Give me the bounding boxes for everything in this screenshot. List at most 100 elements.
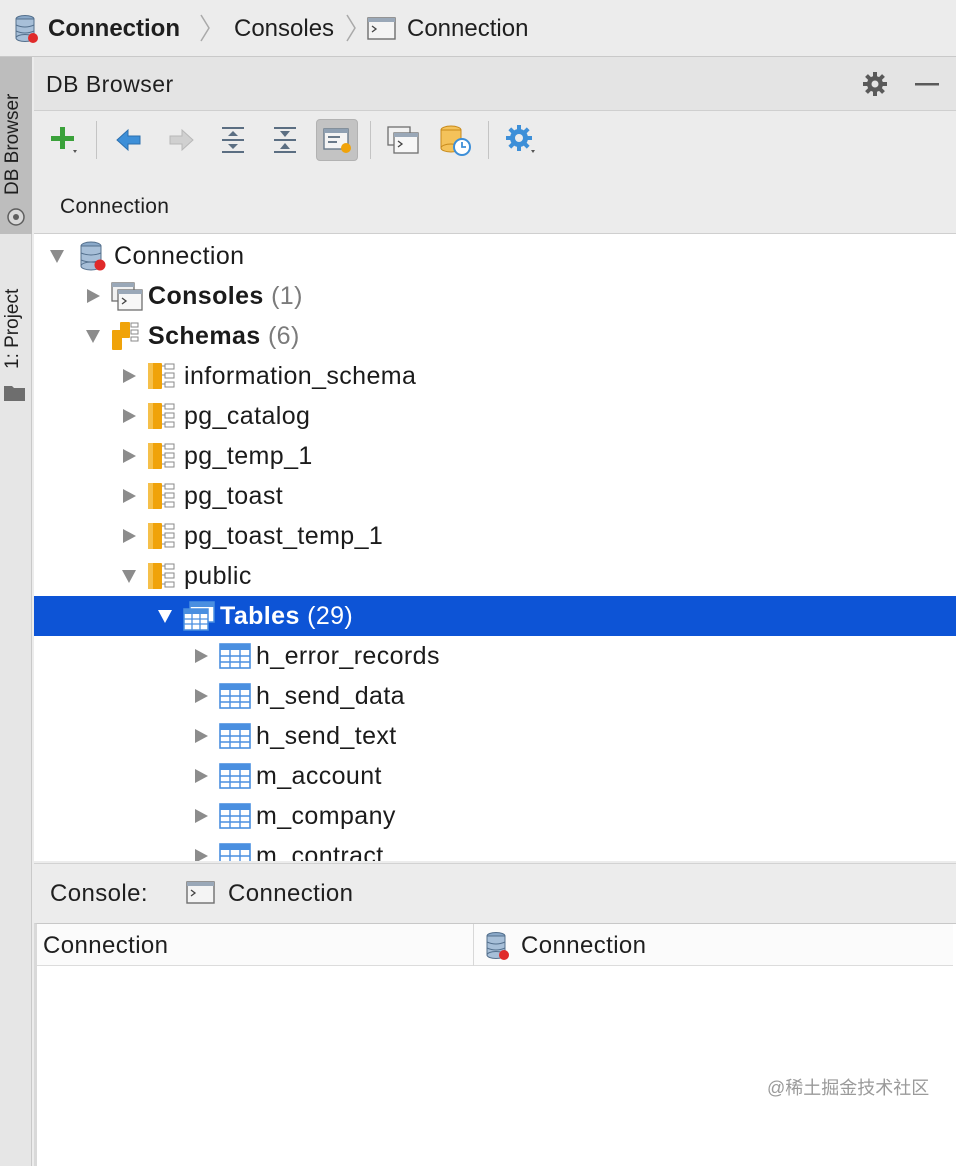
tree-node-schema[interactable]: pg_toast_temp_1 <box>34 516 956 556</box>
expand-right-arrow-icon[interactable] <box>120 447 138 465</box>
expand-right-arrow-icon[interactable] <box>120 487 138 505</box>
column-divider[interactable] <box>473 924 474 966</box>
tree-node-schemas[interactable]: Schemas (6) <box>34 316 956 356</box>
tree-node-schema[interactable]: pg_temp_1 <box>34 436 956 476</box>
tree-node-tables[interactable]: Tables (29) <box>34 596 956 636</box>
table-header-cell[interactable]: Connection <box>43 932 168 960</box>
breadcrumb-item-console[interactable]: Connection <box>367 0 528 57</box>
tab-db-browser[interactable]: DB Browser <box>0 57 32 234</box>
expand-right-arrow-icon[interactable] <box>120 367 138 385</box>
expand-right-arrow-icon[interactable] <box>192 767 210 785</box>
expand-down-arrow-icon[interactable] <box>120 567 138 585</box>
settings-button[interactable] <box>860 69 890 99</box>
expand-down-arrow-icon[interactable] <box>84 327 102 345</box>
expand-all-icon <box>222 127 244 153</box>
tables-icon <box>182 600 216 632</box>
tree-node-label: Tables (29) <box>220 602 353 631</box>
gear-icon <box>863 72 887 96</box>
expand-all-button[interactable] <box>212 119 254 161</box>
tree-node-schema[interactable]: pg_toast <box>34 476 956 516</box>
forward-icon <box>169 128 194 152</box>
tree-node-name: h_error_records <box>256 642 440 670</box>
expand-right-arrow-icon[interactable] <box>120 527 138 545</box>
breadcrumb: Connection Consoles Connection <box>0 0 956 57</box>
tab-project-label: 1: Project <box>2 288 23 369</box>
tree-node-name: pg_toast <box>184 482 284 510</box>
breadcrumb-item-connection[interactable]: Connection <box>14 0 180 57</box>
table-icon <box>218 680 252 712</box>
table-icon <box>218 640 252 672</box>
settings-icon <box>506 125 535 153</box>
tree-node-table[interactable]: m_account <box>34 756 956 796</box>
tab-project[interactable]: 1: Project <box>0 257 32 407</box>
tree-node-name: Tables <box>220 602 300 630</box>
console-name[interactable]: Connection <box>228 880 353 908</box>
tree-node-consoles[interactable]: Consoles (1) <box>34 276 956 316</box>
connection-settings-button[interactable] <box>500 119 542 161</box>
forward-button[interactable] <box>160 119 202 161</box>
tree-node-name: pg_temp_1 <box>184 442 313 470</box>
expand-right-arrow-icon[interactable] <box>120 407 138 425</box>
schema-icon <box>146 480 180 512</box>
console-icon <box>186 881 215 904</box>
expand-right-arrow-icon[interactable] <box>192 647 210 665</box>
connection-selector-label[interactable]: Connection <box>60 195 169 219</box>
tree-node-table[interactable]: h_send_data <box>34 676 956 716</box>
console-properties-table: Connection Connection @稀土掘金技术社区 <box>34 923 956 1166</box>
tree-node-schema[interactable]: public <box>34 556 956 596</box>
minimize-icon <box>915 83 939 86</box>
expand-right-arrow-icon[interactable] <box>192 727 210 745</box>
expand-right-arrow-icon[interactable] <box>84 287 102 305</box>
table-header-row: Connection Connection <box>37 924 953 966</box>
tree-node-table[interactable]: h_send_text <box>34 716 956 756</box>
folder-icon <box>4 386 25 401</box>
back-button[interactable] <box>108 119 150 161</box>
tree-node-label: pg_toast_temp_1 <box>184 522 383 551</box>
open-console-button[interactable] <box>382 119 424 161</box>
breadcrumb-item-consoles[interactable]: Consoles <box>234 0 334 57</box>
tree-node-connection[interactable]: Connection <box>34 236 956 276</box>
schema-icon <box>146 360 180 392</box>
toolbar-separator <box>96 121 97 159</box>
tree-node-count: (6) <box>260 322 300 350</box>
add-connection-button[interactable] <box>44 119 86 161</box>
back-icon <box>116 128 141 152</box>
console-header: Console: Connection <box>34 863 956 921</box>
expand-down-arrow-icon[interactable] <box>156 607 174 625</box>
tree-node-table[interactable]: h_error_records <box>34 636 956 676</box>
tree-node-table[interactable]: m_company <box>34 796 956 836</box>
toolbar <box>34 113 956 167</box>
tree-node-name: m_company <box>256 802 396 830</box>
database-icon <box>76 240 110 272</box>
tree-node-schema[interactable]: information_schema <box>34 356 956 396</box>
open-console-icon <box>387 126 419 154</box>
tree-node-label: public <box>184 562 252 591</box>
breadcrumb-label: Connection <box>407 14 529 42</box>
collapse-all-button[interactable] <box>264 119 306 161</box>
breadcrumb-label: Connection <box>48 14 180 42</box>
tree-node-label: m_account <box>256 762 382 791</box>
tree-node-name: pg_catalog <box>184 402 311 430</box>
expand-right-arrow-icon[interactable] <box>192 687 210 705</box>
expand-right-arrow-icon[interactable] <box>192 847 210 861</box>
tree-node-name: m_contract <box>256 842 384 861</box>
breadcrumb-label: Consoles <box>234 14 335 42</box>
table-icon <box>218 840 252 861</box>
database-history-button[interactable] <box>434 119 476 161</box>
table-header-cell[interactable]: Connection <box>521 932 646 960</box>
tree-node-label: m_company <box>256 802 396 831</box>
tree-node-label: m_contract <box>256 842 384 861</box>
expand-down-arrow-icon[interactable] <box>48 247 66 265</box>
tool-window-strip: DB Browser 1: Project <box>0 57 32 1166</box>
tree-node-table[interactable]: m_contract <box>34 836 956 861</box>
toolbar-separator <box>488 121 489 159</box>
console-icon <box>367 16 396 40</box>
tree-node-name: pg_toast_temp_1 <box>184 522 384 550</box>
minimize-button[interactable] <box>912 69 942 99</box>
object-properties-button[interactable] <box>316 119 358 161</box>
consoles-icon <box>110 280 144 312</box>
tree-node-name: public <box>184 562 252 590</box>
connection-tree[interactable]: Connection Consoles (1) Schemas (6) informa… <box>34 233 956 861</box>
tree-node-schema[interactable]: pg_catalog <box>34 396 956 436</box>
expand-right-arrow-icon[interactable] <box>192 807 210 825</box>
